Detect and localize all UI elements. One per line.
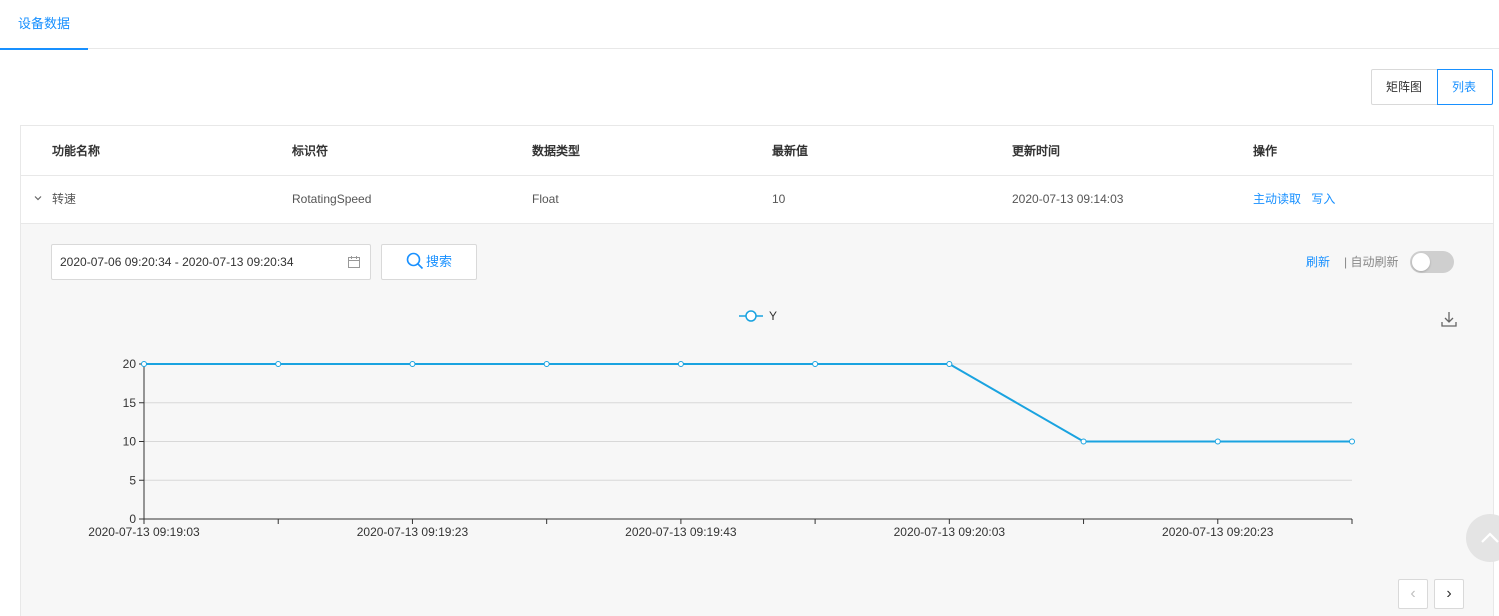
- data-point: [409, 361, 416, 367]
- column-header: 数据类型: [532, 144, 581, 158]
- data-point: [1080, 438, 1087, 445]
- data-point: [946, 361, 953, 367]
- x-tick-label: 2020-07-13 09:20:23: [1162, 525, 1274, 539]
- chevron-down-icon: [34, 196, 42, 201]
- data-point: [1214, 438, 1221, 445]
- y-tick-label: 0: [129, 512, 136, 526]
- legend-label: Y: [769, 309, 777, 323]
- tab-device-data[interactable]: 设备数据: [0, 0, 88, 50]
- prev-page-button[interactable]: ‹: [1398, 579, 1428, 609]
- x-tick-label: 2020-07-13 09:20:03: [894, 525, 1006, 539]
- data-point: [812, 361, 819, 367]
- cell-updated-at: 2020-07-13 09:14:03: [1012, 192, 1124, 206]
- column-header: 更新时间: [1012, 144, 1061, 158]
- x-tick-label: 2020-07-13 09:19:43: [625, 525, 737, 539]
- matrix-view-button[interactable]: 矩阵图: [1371, 69, 1438, 105]
- line-chart: 0 5 10 15 20 2020-07-13 09:19:03 2020-07-13 09…: [88, 309, 1355, 539]
- tab-label: 设备数据: [17, 16, 70, 31]
- table-row: 转速 RotatingSpeed Float 10 2020-07-13 09:…: [21, 176, 1493, 224]
- cell-latest-value: 10: [772, 192, 786, 206]
- read-action-link[interactable]: 主动读取: [1253, 192, 1301, 206]
- data-point: [1349, 438, 1355, 445]
- table-header: 功能名称 标识符 数据类型 最新值 更新时间 操作: [21, 126, 1493, 176]
- y-tick-label: 5: [129, 473, 136, 487]
- y-tick-label: 20: [123, 357, 137, 371]
- chevron-up-icon: [1481, 532, 1499, 543]
- tab-active-indicator: [0, 48, 88, 50]
- expand-toggle[interactable]: [33, 176, 43, 223]
- list-view-button[interactable]: 列表: [1437, 69, 1493, 105]
- data-point: [677, 361, 684, 367]
- data-point: [543, 361, 550, 367]
- cell-identifier: RotatingSpeed: [292, 192, 372, 206]
- expanded-panel: 2020-07-06 09:20:34 - 2020-07-13 09:20:3…: [21, 224, 1493, 616]
- column-header: 最新值: [772, 144, 809, 158]
- y-tick-label: 15: [123, 396, 137, 410]
- x-tick-label: 2020-07-13 09:19:23: [357, 525, 469, 539]
- column-header: 功能名称: [52, 144, 101, 158]
- cell-actions: 主动读取 写入: [1253, 176, 1335, 223]
- y-tick-label: 10: [123, 435, 137, 449]
- data-point: [141, 361, 147, 367]
- cell-data-type: Float: [532, 192, 559, 206]
- device-data-table: 功能名称 标识符 数据类型 最新值 更新时间 操作 转速 RotatingSpe…: [20, 125, 1494, 616]
- next-page-button[interactable]: ›: [1434, 579, 1464, 609]
- write-action-link[interactable]: 写入: [1311, 192, 1335, 206]
- x-tick-label: 2020-07-13 09:19:03: [88, 525, 200, 539]
- view-switch: 矩阵图 列表: [1371, 69, 1493, 105]
- tab-bar: 设备数据: [0, 0, 1499, 50]
- cell-name: 转速: [52, 192, 77, 206]
- column-header: 标识符: [292, 144, 329, 158]
- legend-marker: [745, 310, 757, 322]
- data-point: [275, 361, 282, 367]
- column-header: 操作: [1253, 144, 1278, 158]
- page: 设备数据 矩阵图 列表 功能名称 标识符 数据类型 最新值 更新时间 操作 转速…: [0, 0, 1499, 616]
